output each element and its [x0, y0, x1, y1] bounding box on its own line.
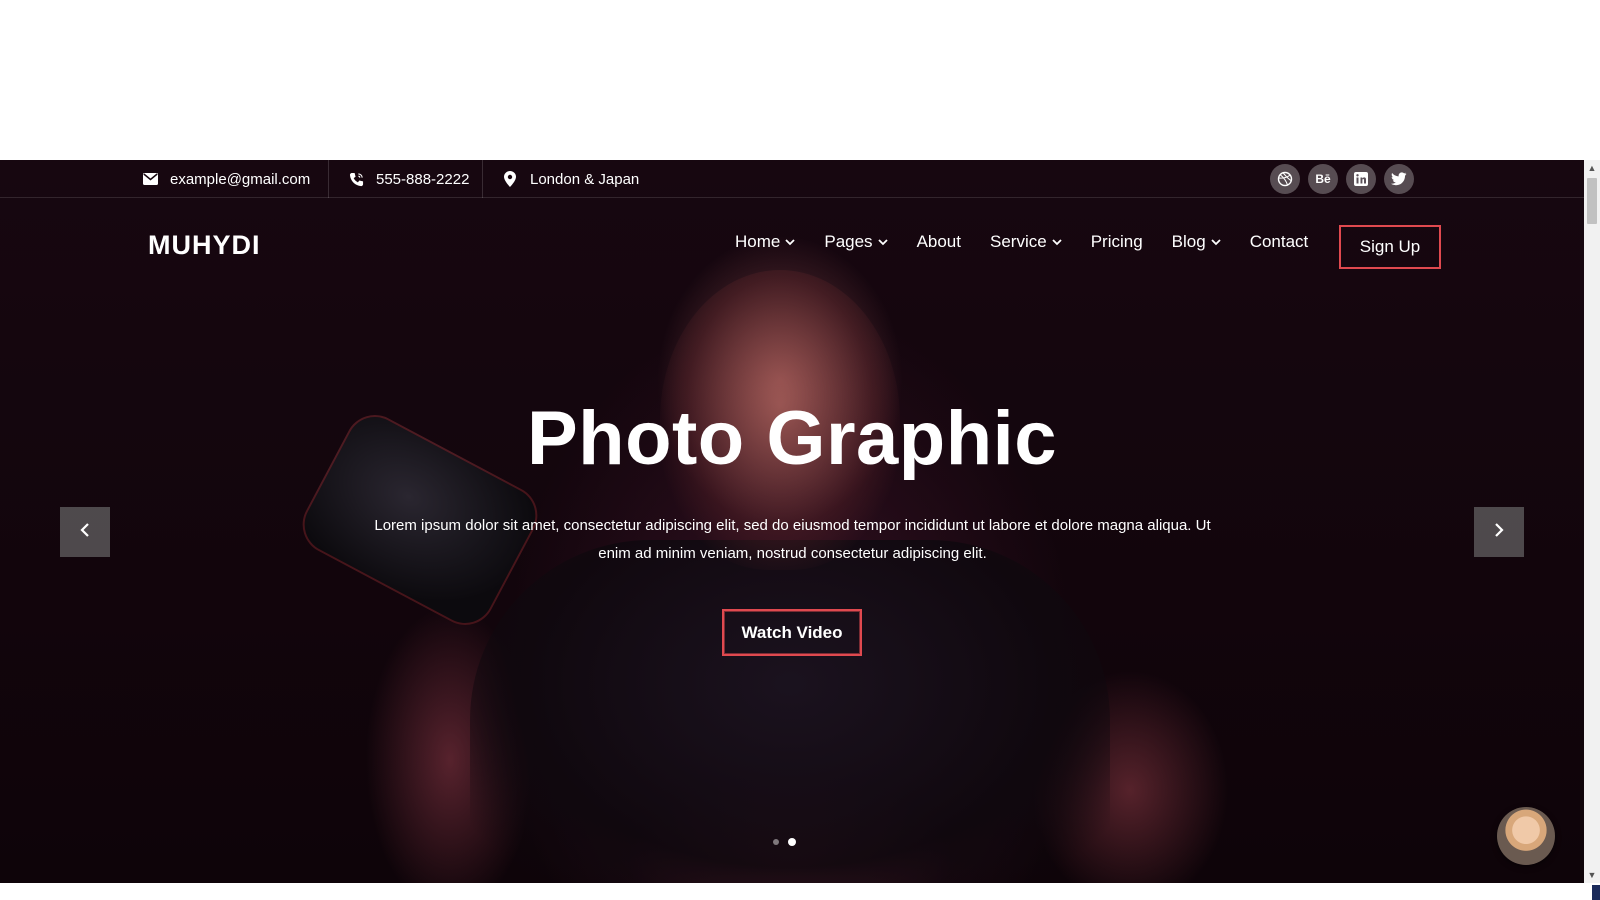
linkedin-icon[interactable]: [1346, 164, 1376, 194]
social-links: Bē: [1270, 164, 1414, 194]
chevron-left-icon: [79, 522, 91, 543]
hero-title: Photo Graphic: [526, 396, 1058, 481]
nav-item-pages[interactable]: Pages: [824, 232, 888, 252]
hero-photo-subject-body: [470, 540, 1110, 883]
contact-divider: [328, 160, 329, 198]
dribbble-icon[interactable]: [1270, 164, 1300, 194]
hero-section: example@gmail.com 555-888-2222 London & …: [0, 160, 1584, 883]
contact-divider: [482, 160, 483, 198]
nav-item-label: Blog: [1171, 232, 1206, 251]
slider-prev-button[interactable]: [60, 507, 110, 557]
primary-nav: Home Pages About Service Pricing Blog Co…: [735, 232, 1337, 252]
page-bottom-blank: [0, 883, 1600, 900]
hero-description: Lorem ipsum dolor sit amet, consectetur …: [374, 517, 1211, 562]
watch-video-button[interactable]: Watch Video: [722, 609, 862, 656]
phone-icon: [348, 171, 364, 187]
scroll-up-arrow-icon[interactable]: ▲: [1584, 160, 1600, 176]
slider-dot[interactable]: [773, 839, 779, 845]
nav-item-contact[interactable]: Contact: [1250, 232, 1309, 252]
chevron-right-icon: [1493, 522, 1505, 543]
signup-button[interactable]: Sign Up: [1339, 225, 1441, 269]
behance-icon[interactable]: Bē: [1308, 164, 1338, 194]
envelope-icon: [142, 171, 158, 187]
chevron-down-icon: [785, 237, 795, 247]
nav-item-label: Pages: [824, 232, 873, 251]
chevron-down-icon: [877, 237, 888, 247]
contact-phone-text: 555-888-2222: [376, 170, 470, 188]
nav-item-label: Home: [735, 232, 781, 251]
slider-next-button[interactable]: [1474, 507, 1524, 557]
chevron-down-icon: [1211, 237, 1221, 247]
nav-item-service[interactable]: Service: [990, 232, 1062, 252]
bottom-accent-strip: [1592, 885, 1600, 900]
nav-item-label: Contact: [1249, 232, 1309, 251]
chat-avatar[interactable]: [1497, 807, 1555, 865]
chevron-down-icon: [1052, 237, 1062, 247]
contact-phone[interactable]: 555-888-2222: [348, 160, 469, 198]
nav-item-pricing[interactable]: Pricing: [1091, 232, 1143, 252]
nav-item-blog[interactable]: Blog: [1172, 232, 1221, 252]
contact-email[interactable]: example@gmail.com: [142, 160, 310, 198]
nav-item-label: Service: [990, 232, 1047, 251]
contact-location[interactable]: London & Japan: [502, 160, 639, 198]
map-pin-icon: [502, 171, 518, 187]
nav-item-label: About: [916, 232, 961, 251]
nav-item-about[interactable]: About: [917, 232, 961, 252]
page-top-blank: [0, 0, 1600, 160]
slider-pagination: [773, 838, 796, 846]
scroll-down-arrow-icon[interactable]: ▼: [1584, 867, 1600, 883]
nav-item-home[interactable]: Home: [735, 232, 795, 252]
page-scrollbar[interactable]: ▲ ▼: [1584, 160, 1600, 883]
slider-dot[interactable]: [788, 838, 796, 846]
top-contact-bar: example@gmail.com 555-888-2222 London & …: [0, 160, 1584, 198]
site-logo[interactable]: MUHYDI: [148, 230, 261, 261]
scroll-thumb[interactable]: [1587, 178, 1597, 224]
contact-email-text: example@gmail.com: [170, 170, 311, 188]
twitter-icon[interactable]: [1384, 164, 1414, 194]
nav-item-label: Pricing: [1090, 232, 1143, 251]
contact-location-text: London & Japan: [530, 170, 640, 188]
main-navbar: MUHYDI Home Pages About Service Pricing …: [0, 198, 1584, 292]
